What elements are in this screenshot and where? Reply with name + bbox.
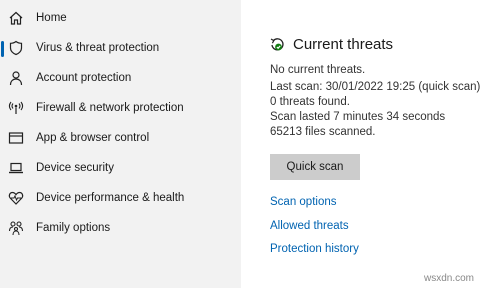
page-title: Current threats [293,36,394,53]
sidebar-item-label: Home [36,12,67,24]
person-icon [7,69,25,87]
threats-found-text: 0 threats found. [270,96,350,108]
main-content: Current threats No current threats. Last… [241,0,480,288]
browser-window-icon [7,129,25,147]
protection-history-link[interactable]: Protection history [270,243,359,255]
sidebar-item-account-protection[interactable]: Account protection [0,63,241,93]
refresh-shield-check-icon [269,36,286,53]
files-scanned-text: 65213 files scanned. [270,126,376,138]
sidebar-item-label: Family options [36,222,111,234]
scan-duration-text: Scan lasted 7 minutes 34 seconds [270,111,446,123]
sidebar-item-virus-threat-protection[interactable]: Virus & threat protection [0,33,241,63]
sidebar-item-home[interactable]: Home [0,3,241,33]
sidebar-item-label: App & browser control [36,132,150,144]
wifi-antenna-icon [7,99,25,117]
allowed-threats-link[interactable]: Allowed threats [270,220,349,232]
sidebar-item-label: Virus & threat protection [36,42,160,54]
watermark: wsxdn.com [423,273,474,284]
heart-icon [7,189,25,207]
family-icon [7,219,25,237]
laptop-icon [7,159,25,177]
status-text: No current threats. [270,64,366,76]
shield-icon [7,39,25,57]
sidebar-item-device-security[interactable]: Device security [0,153,241,183]
sidebar-item-device-performance-health[interactable]: Device performance & health [0,183,241,213]
sidebar-item-firewall-network-protection[interactable]: Firewall & network protection [0,93,241,123]
sidebar-item-label: Firewall & network protection [36,102,184,114]
sidebar-item-label: Device security [36,162,114,174]
sidebar-item-app-browser-control[interactable]: App & browser control [0,123,241,153]
sidebar-item-label: Account protection [36,72,132,84]
selection-indicator [1,41,4,57]
last-scan-text: Last scan: 30/01/2022 19:25 (quick scan) [270,81,480,93]
sidebar-item-family-options[interactable]: Family options [0,213,241,243]
quick-scan-button[interactable]: Quick scan [270,154,360,180]
sidebar-item-label: Device performance & health [36,192,185,204]
sidebar: Home Virus & threat protection Account p… [0,0,241,288]
scan-options-link[interactable]: Scan options [270,196,337,208]
home-icon [7,9,25,27]
